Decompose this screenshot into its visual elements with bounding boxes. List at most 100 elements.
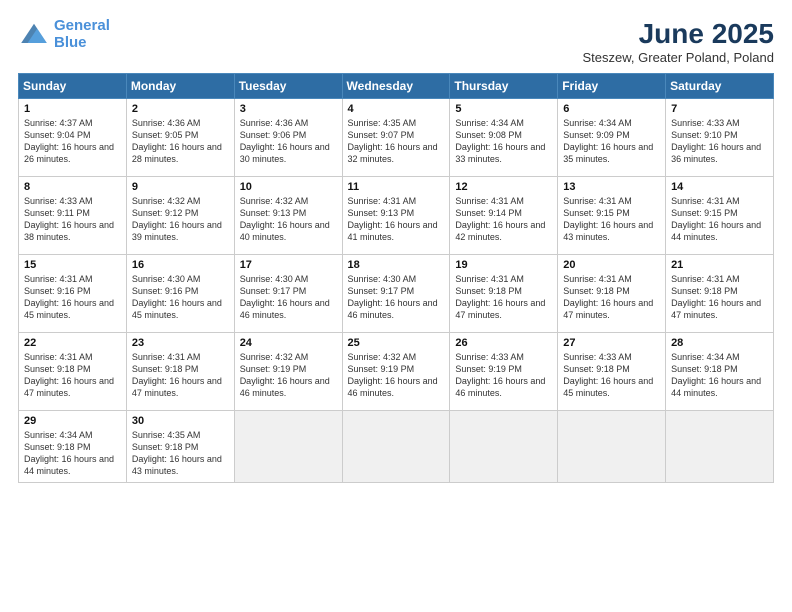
day-number: 2 [132, 103, 229, 115]
calendar-cell [558, 411, 666, 483]
col-friday: Friday [558, 74, 666, 99]
day-info: Sunrise: 4:32 AMSunset: 9:19 PMDaylight:… [240, 352, 330, 398]
day-number: 24 [240, 337, 337, 349]
day-number: 18 [348, 259, 445, 271]
day-info: Sunrise: 4:33 AMSunset: 9:19 PMDaylight:… [455, 352, 545, 398]
day-number: 21 [671, 259, 768, 271]
day-number: 29 [24, 415, 121, 427]
day-info: Sunrise: 4:31 AMSunset: 9:15 PMDaylight:… [671, 196, 761, 242]
day-info: Sunrise: 4:30 AMSunset: 9:17 PMDaylight:… [240, 274, 330, 320]
day-info: Sunrise: 4:35 AMSunset: 9:07 PMDaylight:… [348, 118, 438, 164]
calendar-cell: 28 Sunrise: 4:34 AMSunset: 9:18 PMDaylig… [666, 333, 774, 411]
day-info: Sunrise: 4:35 AMSunset: 9:18 PMDaylight:… [132, 430, 222, 476]
calendar-cell: 26 Sunrise: 4:33 AMSunset: 9:19 PMDaylig… [450, 333, 558, 411]
day-info: Sunrise: 4:33 AMSunset: 9:10 PMDaylight:… [671, 118, 761, 164]
day-info: Sunrise: 4:32 AMSunset: 9:13 PMDaylight:… [240, 196, 330, 242]
day-number: 20 [563, 259, 660, 271]
calendar-week-5: 29 Sunrise: 4:34 AMSunset: 9:18 PMDaylig… [19, 411, 774, 483]
day-number: 16 [132, 259, 229, 271]
calendar-cell: 4 Sunrise: 4:35 AMSunset: 9:07 PMDayligh… [342, 99, 450, 177]
logo: General Blue [18, 18, 110, 51]
calendar-header-row: Sunday Monday Tuesday Wednesday Thursday… [19, 74, 774, 99]
calendar-cell: 5 Sunrise: 4:34 AMSunset: 9:08 PMDayligh… [450, 99, 558, 177]
col-thursday: Thursday [450, 74, 558, 99]
calendar-cell: 17 Sunrise: 4:30 AMSunset: 9:17 PMDaylig… [234, 255, 342, 333]
calendar-cell: 2 Sunrise: 4:36 AMSunset: 9:05 PMDayligh… [126, 99, 234, 177]
calendar-week-2: 8 Sunrise: 4:33 AMSunset: 9:11 PMDayligh… [19, 177, 774, 255]
day-number: 3 [240, 103, 337, 115]
day-number: 8 [24, 181, 121, 193]
day-number: 28 [671, 337, 768, 349]
calendar-cell [666, 411, 774, 483]
calendar-cell: 8 Sunrise: 4:33 AMSunset: 9:11 PMDayligh… [19, 177, 127, 255]
day-info: Sunrise: 4:37 AMSunset: 9:04 PMDaylight:… [24, 118, 114, 164]
calendar-cell: 22 Sunrise: 4:31 AMSunset: 9:18 PMDaylig… [19, 333, 127, 411]
calendar-cell [342, 411, 450, 483]
day-number: 15 [24, 259, 121, 271]
logo-icon [18, 19, 50, 51]
day-number: 17 [240, 259, 337, 271]
col-tuesday: Tuesday [234, 74, 342, 99]
day-number: 11 [348, 181, 445, 193]
day-number: 14 [671, 181, 768, 193]
day-number: 4 [348, 103, 445, 115]
col-monday: Monday [126, 74, 234, 99]
day-number: 27 [563, 337, 660, 349]
calendar-cell: 16 Sunrise: 4:30 AMSunset: 9:16 PMDaylig… [126, 255, 234, 333]
day-info: Sunrise: 4:36 AMSunset: 9:06 PMDaylight:… [240, 118, 330, 164]
day-number: 6 [563, 103, 660, 115]
day-info: Sunrise: 4:33 AMSunset: 9:11 PMDaylight:… [24, 196, 114, 242]
calendar-cell: 10 Sunrise: 4:32 AMSunset: 9:13 PMDaylig… [234, 177, 342, 255]
calendar-cell: 19 Sunrise: 4:31 AMSunset: 9:18 PMDaylig… [450, 255, 558, 333]
day-info: Sunrise: 4:31 AMSunset: 9:15 PMDaylight:… [563, 196, 653, 242]
calendar-cell: 1 Sunrise: 4:37 AMSunset: 9:04 PMDayligh… [19, 99, 127, 177]
calendar-cell: 13 Sunrise: 4:31 AMSunset: 9:15 PMDaylig… [558, 177, 666, 255]
page: General Blue June 2025 Steszew, Greater … [0, 0, 792, 612]
day-number: 19 [455, 259, 552, 271]
calendar-week-1: 1 Sunrise: 4:37 AMSunset: 9:04 PMDayligh… [19, 99, 774, 177]
day-number: 1 [24, 103, 121, 115]
day-info: Sunrise: 4:32 AMSunset: 9:12 PMDaylight:… [132, 196, 222, 242]
day-info: Sunrise: 4:32 AMSunset: 9:19 PMDaylight:… [348, 352, 438, 398]
calendar-week-4: 22 Sunrise: 4:31 AMSunset: 9:18 PMDaylig… [19, 333, 774, 411]
calendar-cell: 6 Sunrise: 4:34 AMSunset: 9:09 PMDayligh… [558, 99, 666, 177]
calendar-cell: 12 Sunrise: 4:31 AMSunset: 9:14 PMDaylig… [450, 177, 558, 255]
day-info: Sunrise: 4:31 AMSunset: 9:16 PMDaylight:… [24, 274, 114, 320]
day-number: 13 [563, 181, 660, 193]
calendar-cell: 7 Sunrise: 4:33 AMSunset: 9:10 PMDayligh… [666, 99, 774, 177]
calendar-cell: 14 Sunrise: 4:31 AMSunset: 9:15 PMDaylig… [666, 177, 774, 255]
day-info: Sunrise: 4:31 AMSunset: 9:18 PMDaylight:… [24, 352, 114, 398]
day-info: Sunrise: 4:34 AMSunset: 9:08 PMDaylight:… [455, 118, 545, 164]
col-wednesday: Wednesday [342, 74, 450, 99]
calendar-cell: 21 Sunrise: 4:31 AMSunset: 9:18 PMDaylig… [666, 255, 774, 333]
day-info: Sunrise: 4:30 AMSunset: 9:17 PMDaylight:… [348, 274, 438, 320]
calendar-cell: 15 Sunrise: 4:31 AMSunset: 9:16 PMDaylig… [19, 255, 127, 333]
day-number: 25 [348, 337, 445, 349]
calendar-cell [234, 411, 342, 483]
day-info: Sunrise: 4:31 AMSunset: 9:14 PMDaylight:… [455, 196, 545, 242]
calendar-cell [450, 411, 558, 483]
day-info: Sunrise: 4:34 AMSunset: 9:09 PMDaylight:… [563, 118, 653, 164]
main-title: June 2025 [582, 18, 774, 50]
day-number: 7 [671, 103, 768, 115]
day-number: 22 [24, 337, 121, 349]
day-info: Sunrise: 4:36 AMSunset: 9:05 PMDaylight:… [132, 118, 222, 164]
calendar-cell: 30 Sunrise: 4:35 AMSunset: 9:18 PMDaylig… [126, 411, 234, 483]
day-info: Sunrise: 4:31 AMSunset: 9:18 PMDaylight:… [563, 274, 653, 320]
day-number: 30 [132, 415, 229, 427]
day-info: Sunrise: 4:31 AMSunset: 9:18 PMDaylight:… [671, 274, 761, 320]
subtitle: Steszew, Greater Poland, Poland [582, 50, 774, 65]
day-info: Sunrise: 4:34 AMSunset: 9:18 PMDaylight:… [24, 430, 114, 476]
calendar-cell: 23 Sunrise: 4:31 AMSunset: 9:18 PMDaylig… [126, 333, 234, 411]
logo-general: General [54, 17, 110, 34]
calendar-cell: 29 Sunrise: 4:34 AMSunset: 9:18 PMDaylig… [19, 411, 127, 483]
calendar-week-3: 15 Sunrise: 4:31 AMSunset: 9:16 PMDaylig… [19, 255, 774, 333]
day-number: 23 [132, 337, 229, 349]
calendar-cell: 11 Sunrise: 4:31 AMSunset: 9:13 PMDaylig… [342, 177, 450, 255]
title-block: June 2025 Steszew, Greater Poland, Polan… [582, 18, 774, 65]
day-info: Sunrise: 4:31 AMSunset: 9:18 PMDaylight:… [132, 352, 222, 398]
logo-blue: Blue [54, 34, 87, 51]
calendar-cell: 9 Sunrise: 4:32 AMSunset: 9:12 PMDayligh… [126, 177, 234, 255]
day-info: Sunrise: 4:34 AMSunset: 9:18 PMDaylight:… [671, 352, 761, 398]
col-sunday: Sunday [19, 74, 127, 99]
